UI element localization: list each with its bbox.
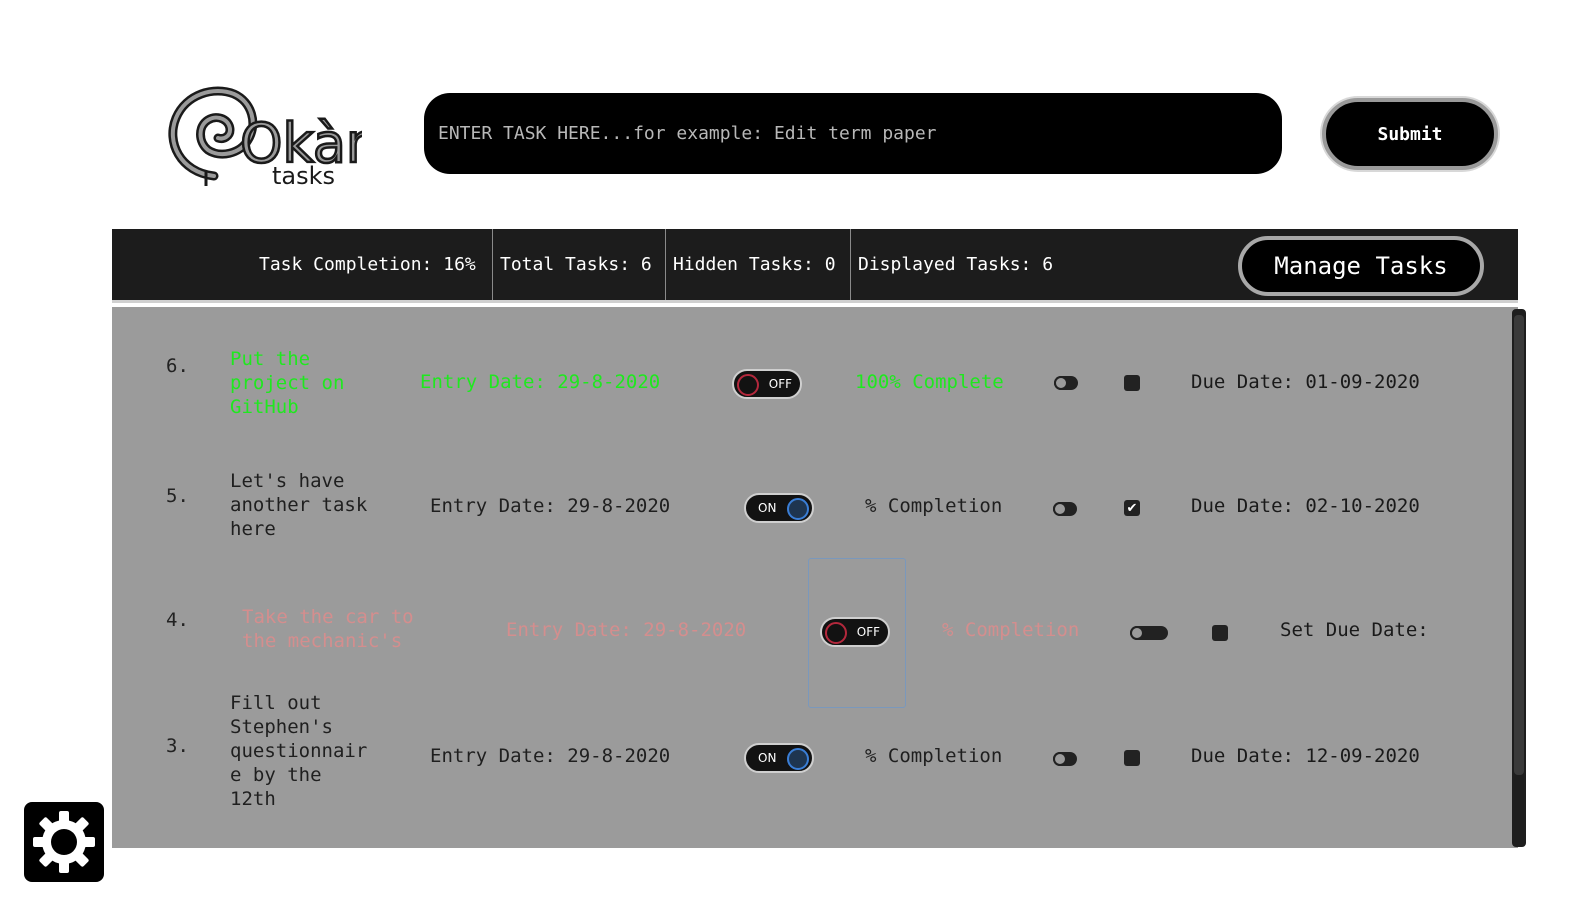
toggle-knob [787, 748, 809, 770]
completion-slider[interactable] [1053, 752, 1077, 766]
task-number: 5. [166, 485, 189, 507]
completion-status[interactable]: % Completion [865, 495, 1002, 517]
slider-knob [1054, 376, 1068, 390]
due-date[interactable]: Due Date: 01-09-2020 [1191, 371, 1420, 393]
task-list-scrollbar[interactable] [1512, 309, 1526, 847]
okan-logo-graphic: Okàn tasks [168, 86, 381, 190]
entry-date: Entry Date: 29-8-2020 [420, 371, 661, 393]
stat-divider [850, 229, 851, 300]
task-checkbox[interactable] [1124, 375, 1140, 391]
slider-knob [1053, 502, 1067, 516]
toggle-knob [825, 622, 847, 644]
logo-subtitle: tasks [272, 162, 335, 190]
gear-icon [33, 811, 95, 873]
task-number: 3. [166, 735, 189, 757]
task-number: 6. [166, 355, 189, 377]
toggle-knob [737, 374, 759, 396]
task-text[interactable]: Let's have another task here [230, 469, 367, 541]
hidden-tasks-stat: Hidden Tasks: 0 [673, 254, 836, 275]
visibility-toggle[interactable]: ON [744, 493, 814, 523]
toggle-label: ON [758, 751, 777, 765]
due-date[interactable]: Due Date: 02-10-2020 [1191, 495, 1420, 517]
entry-date: Entry Date: 29-8-2020 [430, 495, 671, 517]
slider-knob [1130, 626, 1144, 640]
entry-date: Entry Date: 29-8-2020 [506, 619, 747, 641]
task-checkbox[interactable] [1124, 750, 1140, 766]
task-text[interactable]: Fill out Stephen's questionnair e by the… [230, 691, 367, 811]
settings-button[interactable] [24, 802, 104, 882]
scrollbar-thumb[interactable] [1514, 315, 1524, 775]
submit-button[interactable]: Submit [1322, 98, 1498, 170]
slider-knob [1053, 752, 1067, 766]
completion-status[interactable]: % Completion [942, 619, 1079, 641]
stats-bar: Task Completion: 16% Total Tasks: 6 Hidd… [112, 229, 1518, 303]
stat-divider [665, 229, 666, 300]
visibility-toggle[interactable]: OFF [820, 617, 890, 647]
toggle-label: OFF [768, 377, 792, 391]
completion-slider[interactable] [1053, 502, 1077, 516]
toggle-knob [787, 498, 809, 520]
task-checkbox[interactable] [1212, 625, 1228, 641]
task-text[interactable]: Put the project on GitHub [230, 347, 344, 419]
visibility-toggle[interactable]: ON [744, 743, 814, 773]
stat-divider [492, 229, 493, 300]
visibility-toggle[interactable]: OFF [732, 369, 802, 399]
completion-status[interactable]: % Completion [865, 745, 1002, 767]
toggle-label: ON [758, 501, 777, 515]
task-list: 6. Put the project on GitHub Entry Date:… [112, 307, 1518, 848]
task-text[interactable]: Take the car to the mechanic's [242, 605, 414, 653]
task-input[interactable] [424, 93, 1282, 174]
toggle-label: OFF [856, 625, 880, 639]
due-date[interactable]: Due Date: 12-09-2020 [1191, 745, 1420, 767]
manage-tasks-button[interactable]: Manage Tasks [1238, 236, 1484, 296]
completion-slider[interactable] [1054, 376, 1078, 390]
completion-status[interactable]: 100% Complete [855, 371, 1004, 393]
set-due-date[interactable]: Set Due Date: [1280, 619, 1429, 641]
check-icon: ✔ [1126, 500, 1138, 516]
displayed-tasks-stat: Displayed Tasks: 6 [858, 254, 1054, 275]
app-logo: Okàn tasks [162, 80, 381, 192]
total-tasks-stat: Total Tasks: 6 [500, 254, 652, 275]
task-checkbox[interactable]: ✔ [1124, 500, 1140, 516]
task-number: 4. [166, 609, 189, 631]
task-completion-stat: Task Completion: 16% [259, 254, 476, 275]
entry-date: Entry Date: 29-8-2020 [430, 745, 671, 767]
completion-slider[interactable] [1130, 626, 1168, 640]
